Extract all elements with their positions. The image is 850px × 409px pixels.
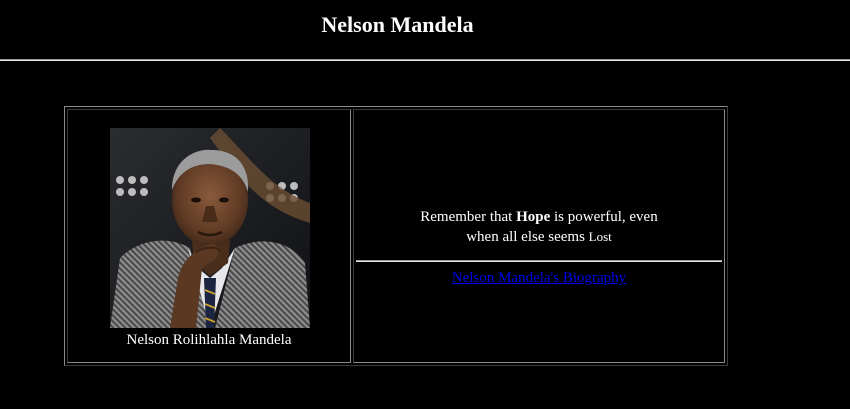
biography-link[interactable]: Nelson Mandela's Biography [452, 270, 626, 286]
quote-cell: Remember that Hope is powerful, even whe… [353, 109, 725, 363]
quote-part-3: when all else seems [466, 229, 589, 245]
quote-emphasis: Hope [516, 209, 551, 225]
header-divider [0, 59, 850, 61]
portrait-caption: Nelson Rolihlahla Mandela [126, 332, 292, 348]
content-table: Nelson Rolihlahla Mandela Remember that … [64, 106, 728, 366]
quote-part-2: is powerful, even [550, 209, 658, 225]
quote-last-word: Lost [588, 229, 612, 244]
portrait-image [110, 128, 310, 328]
page-title: Nelson Mandela [321, 12, 474, 37]
biography-link-container: Nelson Mandela's Biography [354, 270, 724, 287]
quote-text: Remember that Hope is powerful, even whe… [354, 208, 724, 247]
portrait-cell: Nelson Rolihlahla Mandela [67, 109, 351, 363]
quote-divider [356, 260, 722, 262]
quote-part-1: Remember that [420, 209, 517, 225]
